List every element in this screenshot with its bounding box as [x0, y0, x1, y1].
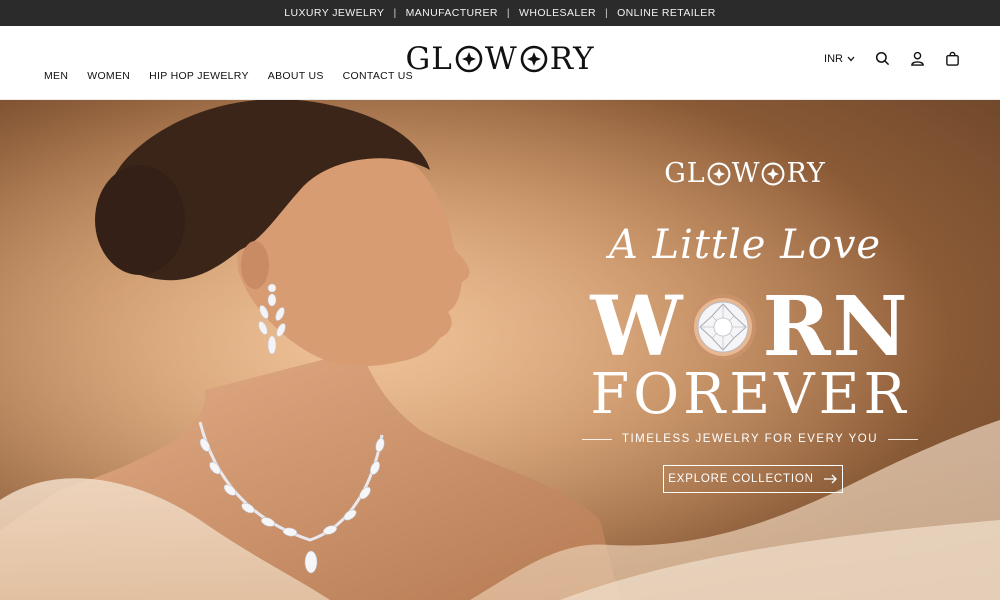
hero-tagline: TIMELESS JEWELRY FOR EVERY YOU: [582, 430, 918, 448]
announcement-bar: LUXURY JEWELRY | MANUFACTURER | WHOLESAL…: [0, 0, 1000, 26]
hero-script-line: A Little Love: [608, 222, 882, 268]
header-actions: INR: [824, 51, 960, 66]
logo-star-o-icon: [520, 45, 547, 73]
hero-logo-text-start: GL: [664, 158, 706, 189]
diamond-ring-icon: [690, 294, 757, 360]
tagline-text: TIMELESS JEWELRY FOR EVERY YOU: [621, 433, 879, 445]
cta-label: EXPLORE COLLECTION: [668, 473, 814, 485]
logo-text-mid: W: [484, 41, 518, 77]
headline-part-start: W: [590, 279, 685, 375]
announcement-item: WHOLESALER: [519, 7, 596, 19]
announcement-separator: |: [506, 7, 511, 19]
logo-star-o-icon: [455, 45, 483, 73]
main-nav: MEN WOMEN HIP HOP JEWELRY ABOUT US CONTA…: [44, 70, 413, 82]
cart-icon[interactable]: [945, 51, 960, 66]
nav-item-women[interactable]: WOMEN: [87, 70, 130, 82]
arrow-right-icon: [823, 474, 837, 484]
nav-item-hip-hop-jewelry[interactable]: HIP HOP JEWELRY: [149, 70, 249, 82]
currency-label: INR: [824, 52, 843, 65]
nav-item-contact-us[interactable]: CONTACT US: [343, 70, 413, 82]
nav-item-men[interactable]: MEN: [44, 70, 68, 82]
tagline-divider-left: [582, 438, 612, 440]
announcement-item: ONLINE RETAILER: [617, 7, 716, 19]
tagline-divider-right: [888, 438, 918, 440]
chevron-down-icon: [847, 56, 855, 61]
explore-collection-button[interactable]: EXPLORE COLLECTION: [663, 465, 843, 493]
hero-banner: GL W RY A Little Love W RN FOREVER TIMEL…: [0, 100, 1000, 600]
hero-logo-text-end: RY: [786, 158, 826, 189]
site-header: GL W RY MEN WOMEN HIP HOP JEWELRY ABOUT …: [0, 26, 1000, 100]
announcement-item: MANUFACTURER: [405, 7, 498, 19]
headline-part-end: RN: [762, 279, 910, 375]
hero-logo: GL W RY: [600, 158, 890, 189]
hero-headline: W RN: [590, 279, 910, 375]
search-icon[interactable]: [875, 51, 890, 66]
announcement-separator: |: [604, 7, 609, 19]
account-icon[interactable]: [910, 51, 925, 66]
logo-star-o-icon: [762, 162, 785, 185]
hero-headline-secondary: FOREVER: [590, 362, 910, 427]
nav-item-about-us[interactable]: ABOUT US: [268, 70, 324, 82]
currency-selector[interactable]: INR: [824, 53, 855, 65]
logo-star-o-icon: [707, 162, 731, 185]
hero-logo-text-mid: W: [731, 158, 761, 189]
logo-text-end: RY: [549, 41, 595, 77]
announcement-item: LUXURY JEWELRY: [284, 7, 385, 19]
announcement-separator: |: [393, 7, 397, 19]
